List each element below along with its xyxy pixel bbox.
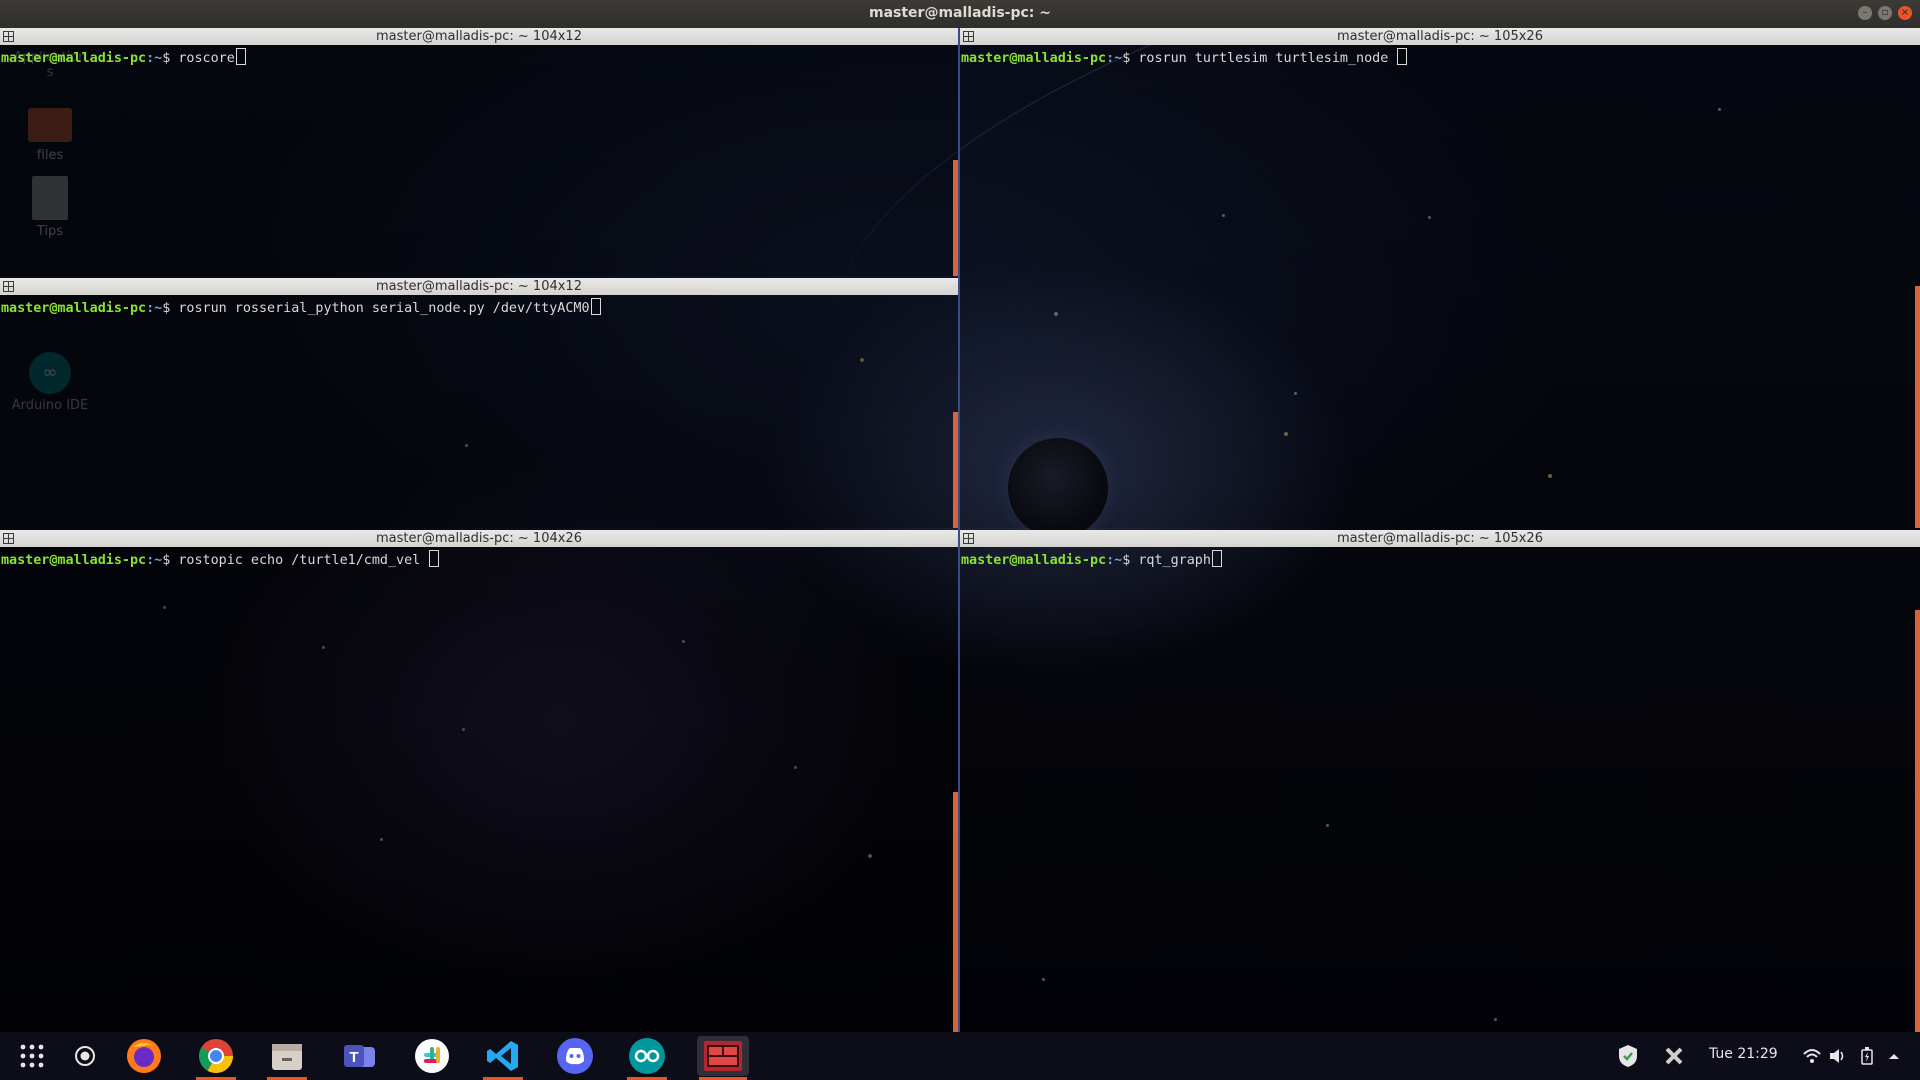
pane-titlebar[interactable]: master@malladis-pc: ~ 104x12 [0,28,958,45]
close-icon: × [1900,7,1910,18]
chrome-button[interactable] [194,1036,238,1080]
volume-button[interactable] [1826,1036,1850,1076]
app-grid-icon [20,1044,44,1068]
terminal-pane-serial-node[interactable]: master@malladis-pc: ~ 104x12 master@mall… [0,278,958,528]
shield-icon [1619,1045,1637,1067]
chevron-up-icon [1889,1054,1899,1059]
pane-titlebar[interactable]: master@malladis-pc: ~ 104x26 [0,530,958,547]
slack-icon [415,1039,449,1073]
command-text: rostopic echo /turtle1/cmd_vel [170,553,429,568]
terminal-line: master@malladis-pc:~$ rostopic echo /tur… [1,550,440,568]
tray-app-button[interactable] [1652,1036,1696,1076]
pane-title: master@malladis-pc: ~ 104x26 [376,531,582,546]
prompt-user: master@malladis-pc [1,301,147,316]
vscode-button[interactable] [481,1036,525,1080]
scrollbar[interactable] [1915,610,1920,1032]
pane-splitter[interactable] [958,28,960,1032]
text-cursor [429,550,440,567]
minimize-icon: – [1862,7,1868,18]
window-titlebar[interactable]: master@malladis-pc: ~ – ▫ × [0,0,1920,28]
volume-icon [1830,1049,1844,1063]
battery-button[interactable] [1855,1036,1879,1076]
scrollbar[interactable] [1915,286,1920,528]
terminal-grid-icon[interactable] [3,31,14,42]
teams-button[interactable]: T [338,1036,382,1076]
wifi-button[interactable] [1800,1036,1824,1076]
terminal-line: master@malladis-pc:~$ roscore [1,48,246,66]
terminal-line: master@malladis-pc:~$ rosrun turtlesim t… [961,48,1408,66]
terminal-line: master@malladis-pc:~$ rosrun rosserial_p… [1,298,601,316]
text-cursor [1211,550,1222,567]
terminal-pane-rqt-graph[interactable]: master@malladis-pc: ~ 105x26 master@mall… [960,530,1920,1032]
pane-titlebar[interactable]: master@malladis-pc: ~ 105x26 [960,28,1920,45]
command-text: rosrun rosserial_python serial_node.py /… [170,301,590,316]
terminal-pane-turtlesim[interactable]: master@malladis-pc: ~ 105x26 master@mall… [960,28,1920,528]
pane-title: master@malladis-pc: ~ 104x12 [376,29,582,44]
terminal-grid-icon[interactable] [963,31,974,42]
battery-icon [1861,1047,1873,1065]
chrome-icon [199,1039,233,1073]
svg-text:T: T [349,1049,358,1066]
wifi-icon [1803,1049,1821,1063]
terminal-grid-icon[interactable] [3,533,14,544]
command-text: rqt_graph [1130,553,1211,568]
terminal-pane-roscore[interactable]: master@malladis-pc: ~ 104x12 master@mall… [0,28,958,276]
pane-titlebar[interactable]: master@malladis-pc: ~ 105x26 [960,530,1920,547]
prompt-path: :~ [1106,553,1123,568]
discord-icon [557,1038,593,1074]
terminal-line: master@malladis-pc:~$ rqt_graph [961,550,1222,568]
teams-icon: T [344,1045,375,1067]
tray-expand-button[interactable] [1882,1036,1906,1076]
terminal-grid-icon[interactable] [3,281,14,292]
prompt-user: master@malladis-pc [1,51,147,66]
text-cursor [590,298,601,315]
slack-button[interactable] [410,1036,454,1076]
vscode-icon [487,1041,518,1071]
minimize-button[interactable]: – [1858,6,1872,20]
settings-tray-icon [1665,1047,1683,1065]
clock[interactable]: Tue 21:29 [1709,1046,1778,1062]
screen-recorder-button[interactable] [63,1036,107,1076]
pane-title: master@malladis-pc: ~ 104x12 [376,279,582,294]
command-text: roscore [170,51,235,66]
pane-title: master@malladis-pc: ~ 105x26 [1337,531,1543,546]
arduino-icon [629,1038,665,1074]
firefox-icon [127,1039,161,1073]
prompt-path: :~ [146,51,163,66]
pane-title: master@malladis-pc: ~ 105x26 [1337,29,1543,44]
firefox-button[interactable] [122,1036,166,1076]
discord-button[interactable] [553,1036,597,1076]
prompt-user: master@malladis-pc [961,51,1107,66]
taskbar: T Tue 21:29 [0,1032,1920,1080]
screen-recorder-icon [75,1046,95,1066]
arduino-button[interactable] [625,1036,669,1080]
window-title: master@malladis-pc: ~ [868,5,1052,21]
maximize-button[interactable]: ▫ [1878,6,1892,20]
text-cursor [1397,48,1408,65]
prompt-path: :~ [146,301,163,316]
prompt-user: master@malladis-pc [1,553,147,568]
files-button[interactable] [265,1036,309,1080]
maximize-icon: ▫ [1881,7,1889,18]
terminal-pane-rostopic[interactable]: master@malladis-pc: ~ 104x26 master@mall… [0,530,958,1032]
show-apps-button[interactable] [10,1036,54,1076]
close-button[interactable]: × [1898,6,1912,20]
prompt-path: :~ [146,553,163,568]
text-cursor [235,48,246,65]
files-icon [272,1044,302,1070]
pane-titlebar[interactable]: master@malladis-pc: ~ 104x12 [0,278,958,295]
prompt-user: master@malladis-pc [961,553,1107,568]
terminator-button[interactable] [697,1036,749,1080]
prompt-path: :~ [1106,51,1123,66]
command-text: rosrun turtlesim turtlesim_node [1130,51,1397,66]
terminator-icon [704,1041,742,1071]
terminal-grid-icon[interactable] [963,533,974,544]
security-tray-button[interactable] [1606,1036,1650,1076]
